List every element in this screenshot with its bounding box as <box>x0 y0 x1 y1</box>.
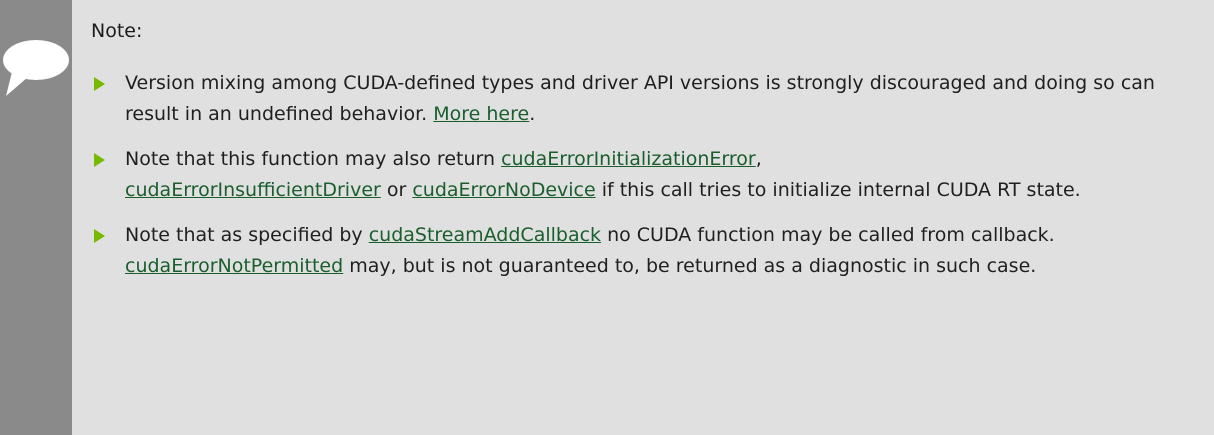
item-text: Version mixing among CUDA-defined types … <box>125 72 1155 125</box>
note-box: Note: Version mixing among CUDA-defined … <box>0 0 1214 435</box>
item-text: no CUDA function may be called from call… <box>601 224 1055 246</box>
cuda-error-no-device-link[interactable]: cudaErrorNoDevice <box>412 179 595 201</box>
cuda-error-initialization-error-link[interactable]: cudaErrorInitializationError <box>501 148 756 170</box>
list-item: Version mixing among CUDA-defined types … <box>0 68 1214 130</box>
item-text: Note that this function may also return <box>125 148 502 170</box>
triangle-bullet-icon <box>94 153 105 167</box>
item-text: if this call tries to initialize interna… <box>595 179 1081 201</box>
list-item: Note that as specified by cudaStreamAddC… <box>0 220 1214 282</box>
more-here-link[interactable]: More here <box>433 103 529 125</box>
note-list: Version mixing among CUDA-defined types … <box>0 68 1214 296</box>
triangle-bullet-icon <box>94 229 105 243</box>
cuda-stream-add-callback-link[interactable]: cudaStreamAddCallback <box>369 224 601 246</box>
list-item: Note that this function may also return … <box>0 144 1214 206</box>
item-text: , <box>755 148 762 170</box>
triangle-bullet-icon <box>94 77 105 91</box>
item-text: Note that as specified by <box>125 224 369 246</box>
item-text: or <box>380 179 413 201</box>
cuda-error-not-permitted-link[interactable]: cudaErrorNotPermitted <box>125 255 343 277</box>
cuda-error-insufficient-driver-link[interactable]: cudaErrorInsufficientDriver <box>125 179 381 201</box>
note-title: Note: <box>91 20 143 42</box>
item-text: may, but is not guaranteed to, be return… <box>343 255 1037 277</box>
item-text: . <box>529 103 536 125</box>
